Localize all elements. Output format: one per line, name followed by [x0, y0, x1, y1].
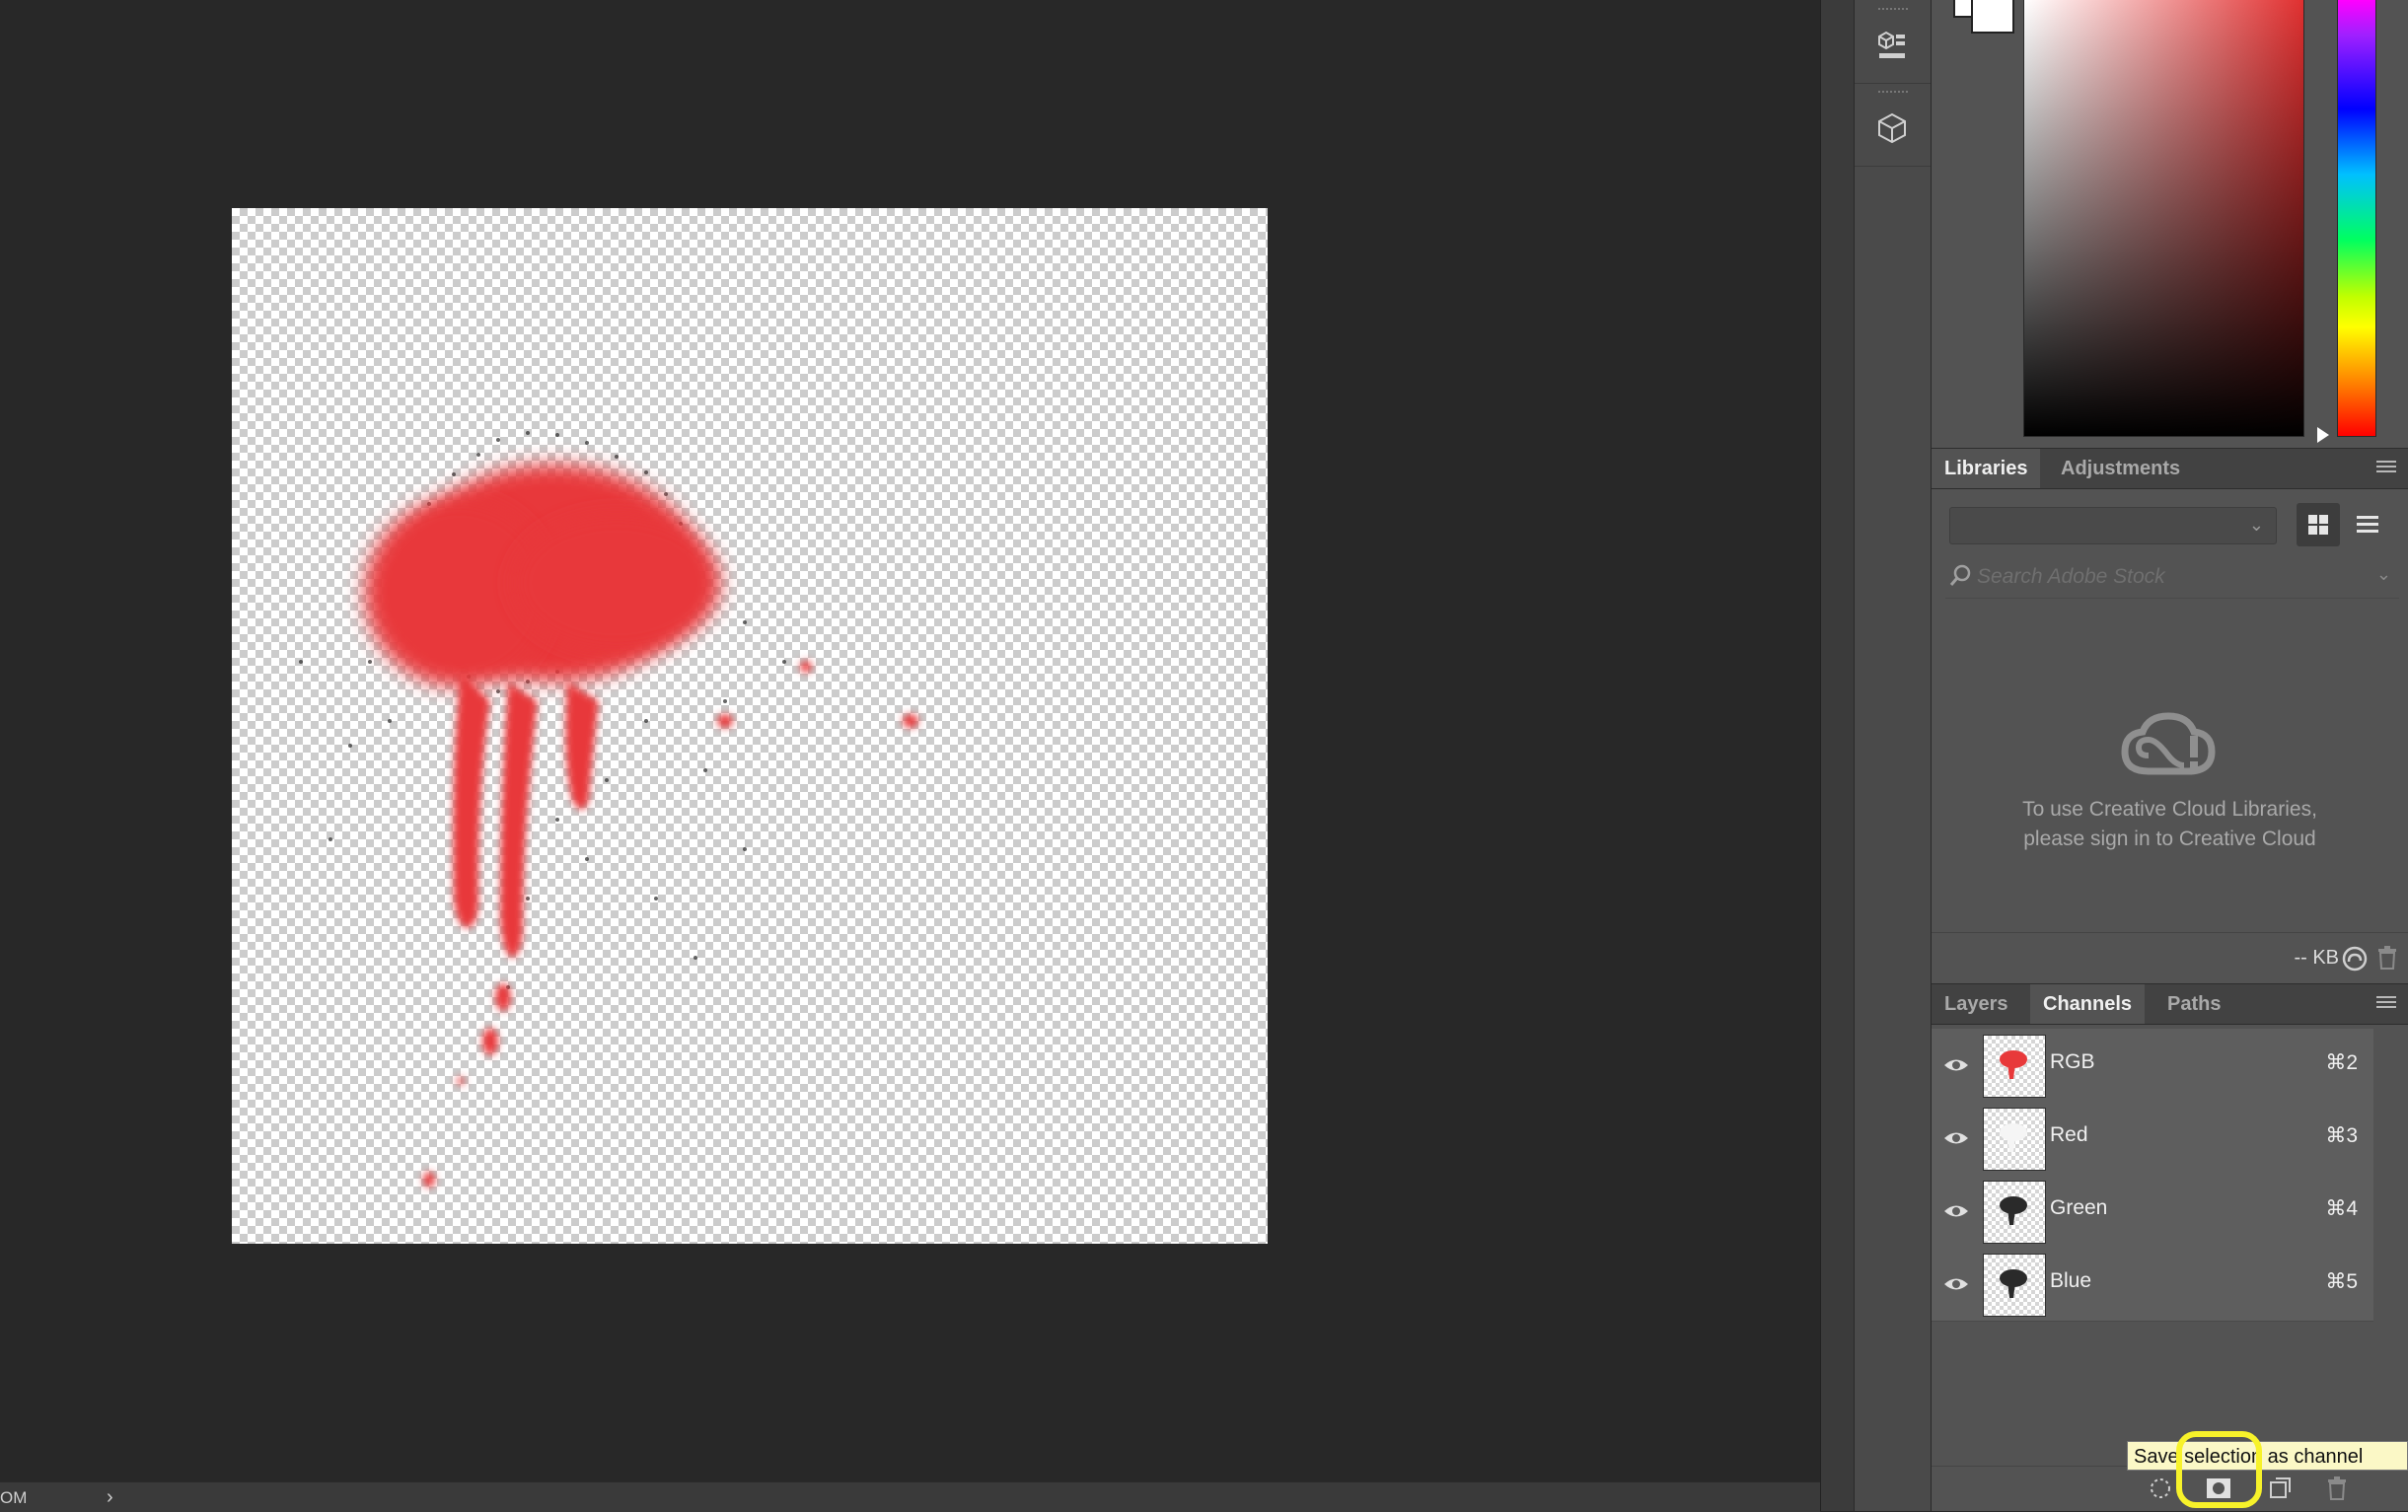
libraries-footer: -- KB — [1932, 932, 2408, 984]
zoom-level[interactable]: OM — [0, 1488, 27, 1508]
grid-icon — [2308, 515, 2328, 535]
dock-grip-2[interactable] — [1878, 91, 1908, 97]
trash-icon[interactable] — [2376, 945, 2398, 971]
vertical-scrollbar[interactable] — [1820, 0, 1855, 1511]
color-panel — [1932, 0, 2408, 448]
channel-name: Red — [2050, 1123, 2088, 1146]
right-panels: Libraries Adjustments ⌄ Search Adobe Sto… — [1932, 0, 2408, 1511]
new-channel-button[interactable] — [2265, 1476, 2295, 1501]
tab-channels[interactable]: Channels — [2030, 984, 2146, 1024]
channels-tabbar: Layers Channels Paths — [1932, 983, 2408, 1025]
search-options-chevron-icon[interactable]: ⌄ — [2376, 564, 2391, 585]
sync-status-icon[interactable] — [2341, 946, 2369, 972]
libraries-tabbar: Libraries Adjustments — [1932, 448, 2408, 489]
message-line-1: To use Creative Cloud Libraries, — [2022, 798, 2317, 821]
channels-panel-menu-icon[interactable] — [2376, 996, 2396, 1012]
new-channel-icon — [2270, 1477, 2291, 1498]
channel-name: Blue — [2050, 1269, 2092, 1292]
library-dropdown[interactable]: ⌄ — [1949, 507, 2277, 544]
search-placeholder: Search Adobe Stock — [1977, 565, 2165, 588]
3d-panel-icon[interactable] — [1868, 105, 1916, 152]
canvas-area[interactable] — [0, 0, 1820, 1481]
libraries-panel-menu-icon[interactable] — [2376, 461, 2396, 476]
hue-slider[interactable] — [2337, 0, 2376, 437]
list-view-button[interactable] — [2346, 503, 2389, 546]
paint-splatter — [299, 431, 918, 1188]
load-channel-as-selection-button[interactable] — [2146, 1476, 2175, 1501]
trash-icon — [2328, 1476, 2346, 1500]
channel-name: RGB — [2050, 1050, 2095, 1073]
visibility-eye-icon[interactable] — [1943, 1054, 1969, 1076]
libraries-panel: ⌄ Search Adobe Stock ⌄ To use Creative C… — [1932, 493, 2408, 984]
status-menu-arrow[interactable]: › — [107, 1486, 113, 1509]
properties-panel-icon[interactable] — [1868, 22, 1916, 69]
creative-cloud-icon — [2119, 710, 2218, 781]
channel-row-rgb[interactable]: RGB ⌘2 — [1932, 1029, 2373, 1103]
list-icon — [2357, 516, 2378, 533]
dock-grip[interactable] — [1878, 8, 1908, 14]
saturation-value-field[interactable] — [2023, 0, 2304, 437]
channels-panel: RGB ⌘2 Red ⌘3 Green ⌘4 Blue ⌘5 — [1932, 1029, 2408, 1511]
delete-channel-button[interactable] — [2322, 1476, 2352, 1501]
cube-icon — [1878, 112, 1906, 144]
visibility-eye-icon[interactable] — [1943, 1273, 1969, 1295]
highlight-ring — [2176, 1431, 2262, 1508]
channel-row-blue[interactable]: Blue ⌘5 — [1932, 1248, 2373, 1322]
channel-shortcut: ⌘3 — [2325, 1124, 2358, 1147]
dotted-selection-icon — [2151, 1478, 2170, 1498]
message-line-2: please sign in to Creative Cloud — [2023, 828, 2316, 850]
libraries-signin-message: To use Creative Cloud Libraries, please … — [1932, 795, 2408, 854]
visibility-eye-icon[interactable] — [1943, 1200, 1969, 1222]
grid-view-button[interactable] — [2297, 503, 2340, 546]
channel-row-red[interactable]: Red ⌘3 — [1932, 1102, 2373, 1176]
channel-shortcut: ⌘2 — [2325, 1051, 2358, 1074]
channel-shortcut: ⌘4 — [2325, 1197, 2358, 1220]
visibility-eye-icon[interactable] — [1943, 1127, 1969, 1149]
properties-icon — [1878, 31, 1905, 58]
hue-slider-marker[interactable] — [2317, 427, 2329, 443]
status-bar: OM › — [0, 1481, 1820, 1512]
foreground-color-swatch[interactable] — [1971, 0, 2014, 34]
tab-adjustments[interactable]: Adjustments — [2048, 449, 2193, 488]
stock-search-field[interactable]: Search Adobe Stock ⌄ — [1945, 556, 2399, 599]
channel-shortcut: ⌘5 — [2325, 1270, 2358, 1293]
chevron-down-icon: ⌄ — [2248, 515, 2264, 535]
channel-thumbnail — [1983, 1254, 2046, 1317]
panel-dock — [1854, 0, 1932, 1511]
channel-thumbnail — [1983, 1181, 2046, 1244]
channel-name: Green — [2050, 1196, 2108, 1219]
tab-layers[interactable]: Layers — [1932, 984, 2021, 1024]
tab-paths[interactable]: Paths — [2154, 984, 2233, 1024]
channel-thumbnail — [1983, 1108, 2046, 1171]
tooltip: Save selection as channel — [2127, 1441, 2408, 1471]
document-canvas[interactable] — [232, 208, 1268, 1244]
channel-thumbnail — [1983, 1035, 2046, 1098]
search-icon — [1949, 564, 1971, 586]
library-size: -- KB — [2294, 947, 2339, 969]
channel-row-green[interactable]: Green ⌘4 — [1932, 1175, 2373, 1249]
tab-libraries[interactable]: Libraries — [1932, 449, 2041, 488]
